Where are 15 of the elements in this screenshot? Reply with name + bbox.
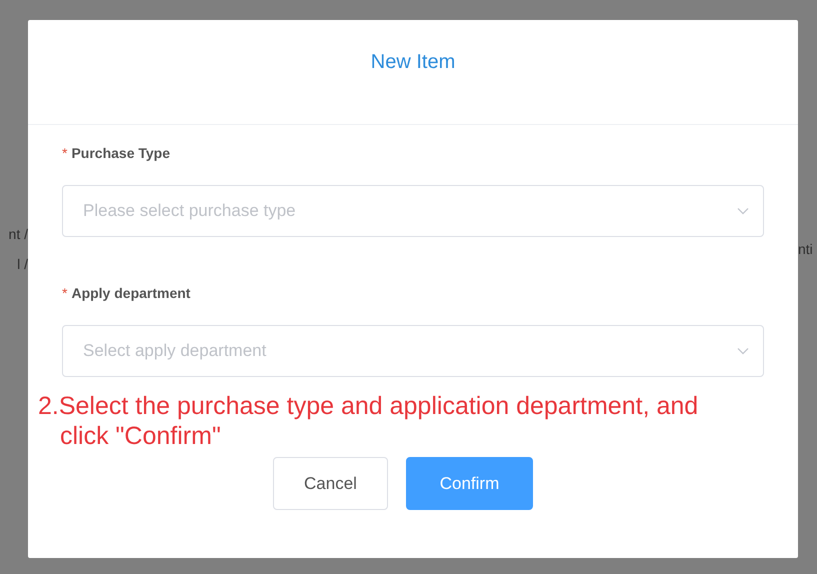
chevron-down-icon — [737, 347, 749, 355]
field-label: Purchase Type — [71, 145, 170, 161]
table-cell-text: nt / — [8, 225, 28, 243]
table-header-text: nti — [798, 240, 814, 258]
chevron-down-icon — [737, 207, 749, 215]
select-field[interactable]: Select apply department — [62, 325, 764, 377]
annotation-text: 2.Select the purchase type and application department, and click "Confirm" — [38, 391, 700, 451]
confirm-button[interactable]: Confirm — [406, 457, 533, 510]
table-cell-text: l / — [17, 255, 28, 273]
cancel-button[interactable]: Cancel — [273, 457, 388, 510]
required-mark: * — [62, 145, 68, 161]
required-mark: * — [62, 285, 68, 301]
select-field[interactable]: Please select purchase type — [62, 185, 764, 237]
dialog-title: New Item — [370, 50, 456, 75]
field-label: Apply department — [71, 285, 190, 301]
